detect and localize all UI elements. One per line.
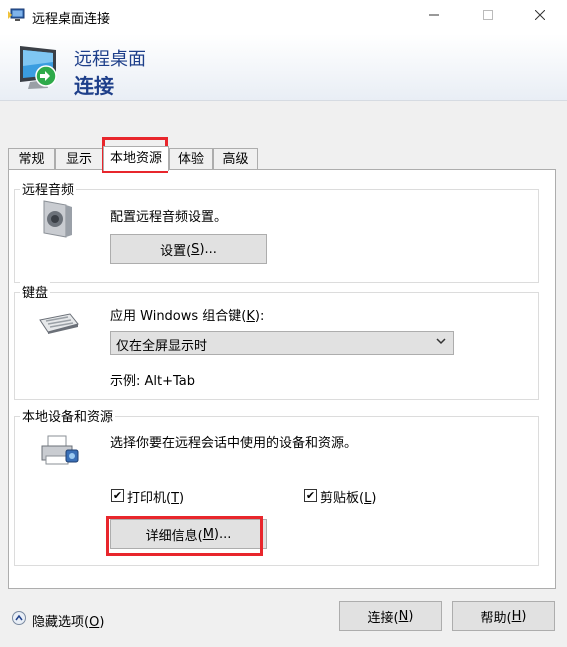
help-label-prefix: 帮助( bbox=[480, 610, 512, 626]
speaker-icon bbox=[43, 200, 72, 238]
hide-options-accesskey: O bbox=[89, 615, 100, 630]
printer-checkbox[interactable]: ✔ bbox=[111, 489, 124, 502]
windows-key-combo-value: 仅在全屏显示时 bbox=[116, 339, 208, 354]
hide-options-prefix: 隐藏选项( bbox=[32, 615, 90, 630]
maximize-icon bbox=[483, 10, 493, 20]
minimize-button[interactable] bbox=[411, 0, 457, 30]
windows-key-combo-label: 应用 Windows 组合键(K): bbox=[110, 305, 264, 324]
close-button[interactable] bbox=[517, 0, 563, 30]
tab-advanced[interactable]: 高级 bbox=[213, 148, 258, 169]
help-accesskey: H bbox=[511, 608, 522, 624]
hide-options-label[interactable]: 隐藏选项(O) bbox=[32, 611, 104, 630]
local-devices-description: 选择你要在远程会话中使用的设备和资源。 bbox=[110, 436, 358, 451]
audio-settings-label-suffix: )... bbox=[199, 241, 217, 257]
clipboard-label-suffix: ) bbox=[371, 491, 377, 506]
close-icon bbox=[535, 10, 545, 20]
clipboard-checkbox[interactable]: ✔ bbox=[304, 489, 317, 502]
keyboard-example: 示例: Alt+Tab bbox=[110, 374, 196, 389]
windows-key-combo-suffix: ): bbox=[254, 309, 265, 324]
clipboard-label-prefix: 剪贴板( bbox=[320, 491, 365, 506]
printer-label[interactable]: 打印机(T) bbox=[127, 487, 184, 506]
highlight-box-more-details bbox=[106, 516, 263, 556]
remote-audio-description: 配置远程音频设置。 bbox=[110, 210, 228, 225]
connect-label-prefix: 连接( bbox=[367, 610, 399, 626]
printer-accesskey: T bbox=[171, 491, 180, 506]
chevron-down-icon bbox=[436, 336, 446, 349]
remote-desktop-app-icon bbox=[8, 8, 25, 21]
hide-options-toggle[interactable] bbox=[12, 611, 26, 625]
header-title-line2: 连接 bbox=[74, 74, 114, 98]
keyboard-group-title: 键盘 bbox=[20, 282, 51, 301]
audio-settings-button[interactable]: 设置(S)... bbox=[110, 234, 267, 264]
header-banner: 远程桌面 连接 bbox=[0, 34, 567, 101]
audio-settings-label-prefix: 设置( bbox=[160, 243, 192, 259]
tab-local-resources[interactable]: 本地资源 bbox=[103, 146, 169, 171]
tab-general[interactable]: 常规 bbox=[8, 148, 55, 169]
minimize-icon bbox=[429, 14, 439, 16]
clipboard-label[interactable]: 剪贴板(L) bbox=[320, 487, 376, 506]
tab-display[interactable]: 显示 bbox=[55, 148, 103, 169]
header-title-line1: 远程桌面 bbox=[74, 49, 146, 70]
remote-desktop-icon bbox=[20, 46, 57, 89]
remote-audio-group-title: 远程音频 bbox=[20, 179, 77, 198]
window-title: 远程桌面连接 bbox=[32, 12, 111, 27]
chevron-up-icon bbox=[15, 614, 23, 621]
windows-key-combo-accesskey: K bbox=[246, 309, 255, 324]
remote-audio-group: 远程音频 bbox=[14, 179, 539, 283]
tab-experience[interactable]: 体验 bbox=[169, 148, 213, 169]
connect-button[interactable]: 连接(N) bbox=[339, 601, 442, 631]
connect-accesskey: N bbox=[398, 608, 409, 624]
hide-options-suffix: ) bbox=[99, 615, 105, 630]
title-bar: 远程桌面连接 bbox=[0, 0, 567, 34]
printer-label-suffix: ) bbox=[179, 491, 185, 506]
maximize-button[interactable] bbox=[465, 0, 511, 30]
audio-settings-accesskey: S bbox=[191, 241, 200, 257]
help-label-suffix: ) bbox=[521, 608, 527, 624]
printer-devices-icon bbox=[41, 435, 79, 465]
windows-key-combo-prefix: 应用 Windows 组合键( bbox=[110, 309, 247, 324]
connect-label-suffix: ) bbox=[408, 608, 414, 624]
printer-label-prefix: 打印机( bbox=[127, 491, 172, 506]
help-button[interactable]: 帮助(H) bbox=[452, 601, 555, 631]
windows-key-combo-select[interactable]: 仅在全屏显示时 bbox=[110, 331, 454, 355]
local-devices-group-title: 本地设备和资源 bbox=[20, 406, 116, 425]
keyboard-icon bbox=[39, 313, 79, 334]
